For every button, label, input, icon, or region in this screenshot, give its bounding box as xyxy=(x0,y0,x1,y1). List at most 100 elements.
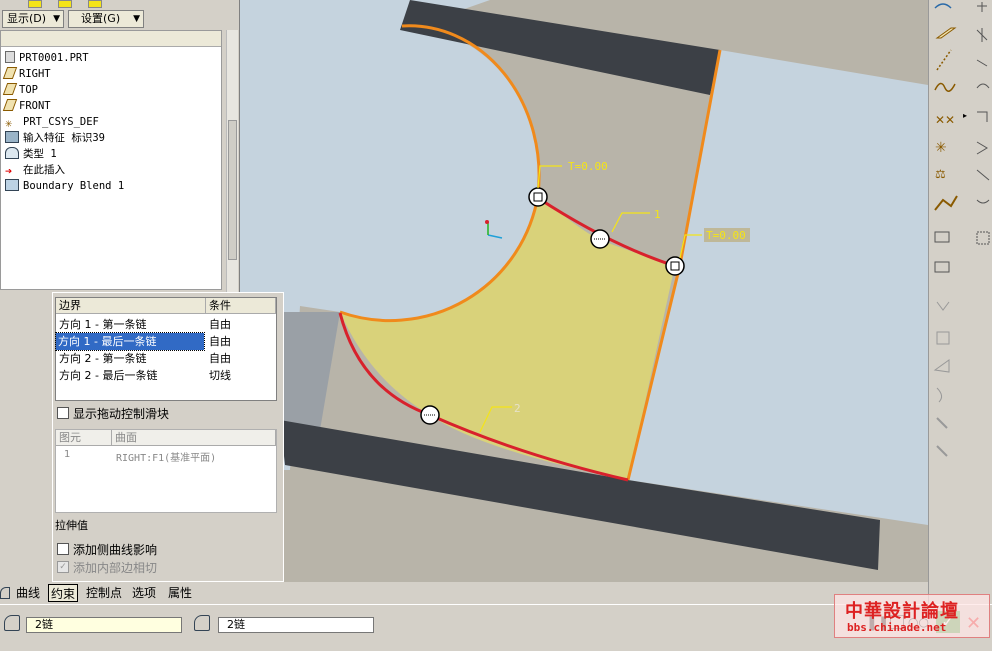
table-row-selected[interactable]: 方向 1 - 最后一条链 自由 xyxy=(55,332,276,351)
offset-icon[interactable] xyxy=(936,331,950,345)
corner-icon[interactable] xyxy=(977,111,988,122)
condition-cell[interactable]: 自由 xyxy=(209,333,231,350)
boundary-cell: 方向 1 - 最后一条链 xyxy=(55,332,205,351)
table-row[interactable]: 方向 2 - 第一条链 自由 xyxy=(56,350,276,367)
tab-properties[interactable]: 属性 xyxy=(166,584,194,602)
datum-point-icon[interactable] xyxy=(977,2,987,12)
tree-item-import-feature[interactable]: 输入特征 标识39 xyxy=(5,130,105,146)
tree-item-front[interactable]: FRONT xyxy=(2,98,51,114)
paste-icon[interactable] xyxy=(934,261,950,273)
direction2-icon[interactable] xyxy=(194,615,210,631)
dropdown-caret-icon[interactable]: ▸ xyxy=(963,111,967,120)
datum-axis-icon[interactable] xyxy=(976,28,988,42)
show-drag-handles-label: 显示拖动控制滑块 xyxy=(73,407,170,421)
tree-item-label: 类型 1 xyxy=(23,148,57,160)
start-handle[interactable] xyxy=(528,187,548,207)
tab-constraints[interactable]: 约束 xyxy=(48,584,79,602)
condition-cell[interactable]: 切线 xyxy=(209,367,231,384)
toolbar-open-icon[interactable] xyxy=(58,0,72,8)
tab-curves[interactable]: 曲线 xyxy=(14,584,42,602)
boundary-condition-table[interactable]: 边界 条件 方向 1 - 第一条链 自由 方向 1 - 最后一条链 自由 方向 … xyxy=(55,297,277,401)
shape-icon[interactable] xyxy=(976,141,988,155)
extend-icon[interactable] xyxy=(936,445,948,457)
model-tree-header xyxy=(1,31,221,47)
right-toolbar-icons: ✕✕ ▸ ✳ ⚖ xyxy=(933,2,990,457)
chain-icon[interactable] xyxy=(934,195,958,211)
watermark-url: bbs.chinade.net xyxy=(847,621,947,634)
draft-icon[interactable] xyxy=(933,359,950,373)
curve-small-icon[interactable] xyxy=(976,83,990,89)
sketch-arc-icon[interactable] xyxy=(934,3,952,9)
tree-item-part[interactable]: PRT0001.PRT xyxy=(5,50,89,66)
scrollbar-thumb[interactable] xyxy=(228,120,237,260)
direction1-chain-field[interactable]: 2链 xyxy=(26,617,182,633)
end-handle[interactable] xyxy=(665,256,685,276)
datum-plane-icon xyxy=(2,99,18,111)
tree-item-label: TOP xyxy=(19,84,38,96)
tree-item-boundary-blend[interactable]: Boundary Blend 1 xyxy=(5,178,124,194)
boundary-column-header[interactable]: 边界 xyxy=(56,298,206,314)
table-row[interactable]: 方向 2 - 最后一条链 切线 xyxy=(56,367,276,384)
datum-curve-icon[interactable] xyxy=(934,82,956,92)
tree-item-label: RIGHT xyxy=(19,68,51,80)
tree-item-csys[interactable]: ✳ PRT_CSYS_DEF xyxy=(5,114,99,130)
display-menu-button[interactable]: 显示(D) ▼ xyxy=(2,10,64,28)
show-drag-handles-checkbox[interactable] xyxy=(57,407,69,419)
direction2-chain-field[interactable]: 2链 xyxy=(218,617,374,633)
tree-item-label: PRT0001.PRT xyxy=(19,52,89,64)
table-row[interactable]: 方向 1 - 第一条链 自由 xyxy=(56,316,276,333)
tree-item-insert-here[interactable]: ➔ 在此插入 xyxy=(5,162,65,178)
line-icon[interactable] xyxy=(976,169,990,181)
condition-cell[interactable]: 自由 xyxy=(209,316,231,333)
element-surface-table[interactable]: 图元 曲面 1 RIGHT:F1(基准平面) xyxy=(55,429,277,513)
tab-options[interactable]: 选项 xyxy=(130,584,158,602)
condition-cell[interactable]: 自由 xyxy=(209,350,231,367)
datum-plane-icon xyxy=(2,83,18,95)
model-graphics[interactable]: T=0.00 T=0.00 1 2 xyxy=(240,0,928,582)
add-inner-edge-checkbox[interactable]: ✓ xyxy=(57,561,69,573)
constraints-panel: 边界 条件 方向 1 - 第一条链 自由 方向 1 - 最后一条链 自由 方向 … xyxy=(52,292,284,582)
axis-small-icon[interactable] xyxy=(976,59,988,67)
datum-plane-icon[interactable] xyxy=(935,27,957,39)
tree-item-top[interactable]: TOP xyxy=(2,82,38,98)
grid-icon[interactable] xyxy=(976,231,990,245)
boundary-blend-icon xyxy=(5,179,19,191)
mirror-icon[interactable] xyxy=(936,301,950,311)
tab-control-points[interactable]: 控制点 xyxy=(84,584,124,602)
graphics-viewport[interactable]: T=0.00 T=0.00 1 2 xyxy=(240,0,928,582)
datum-axis-line-icon[interactable] xyxy=(936,49,952,71)
add-inner-edge-label: 添加内部边相切 xyxy=(73,561,158,575)
tree-item-label: 输入特征 标识39 xyxy=(23,132,105,144)
condition-column-header[interactable]: 条件 xyxy=(206,298,276,314)
display-menu-label: 显示(D) xyxy=(7,12,47,25)
round-icon[interactable] xyxy=(936,387,943,403)
toolbar-new-icon[interactable] xyxy=(88,0,102,8)
boundary-cell: 方向 2 - 第一条链 xyxy=(59,352,147,365)
csys-toolbar-icon[interactable]: ✳ xyxy=(935,140,947,156)
model-tree[interactable]: PRT0001.PRT RIGHT TOP FRONT ✳ PRT_CSYS_DE… xyxy=(0,30,222,290)
tree-item-type1[interactable]: 类型 1 xyxy=(5,146,57,162)
label-t2[interactable]: T=0.00 xyxy=(706,229,746,242)
settings-menu-button[interactable]: 设置(G) ▼ xyxy=(68,10,144,28)
tree-item-label: 在此插入 xyxy=(23,164,65,176)
direction1-icon[interactable] xyxy=(4,615,20,631)
part-icon xyxy=(5,51,15,63)
label-two[interactable]: 2 xyxy=(514,402,521,415)
toolbar-folder-icon[interactable] xyxy=(28,0,42,8)
insert-here-arrow-icon: ➔ xyxy=(5,164,13,178)
datum-point-x-icon[interactable]: ✕✕ xyxy=(935,113,955,127)
label-one[interactable]: 1 xyxy=(654,208,661,221)
analysis-icon[interactable]: ⚖ xyxy=(935,167,946,181)
label-t1[interactable]: T=0.00 xyxy=(568,160,608,173)
copy-icon[interactable] xyxy=(934,231,950,243)
element-row-surface: RIGHT:F1(基准平面) xyxy=(116,453,217,464)
settings-menu-label: 设置(G) xyxy=(81,12,121,25)
add-side-curve-checkbox[interactable] xyxy=(57,543,69,555)
watermark-title: 中華設計論壇 xyxy=(845,601,959,622)
tree-item-right[interactable]: RIGHT xyxy=(2,66,51,82)
trim-icon[interactable] xyxy=(936,417,948,429)
chevron-down-icon: ▼ xyxy=(53,14,60,24)
csys-icon: ✳ xyxy=(5,116,13,130)
arc-small-icon[interactable] xyxy=(976,199,990,204)
model-tree-toolbar: 显示(D) ▼ 设置(G) ▼ xyxy=(0,0,240,30)
